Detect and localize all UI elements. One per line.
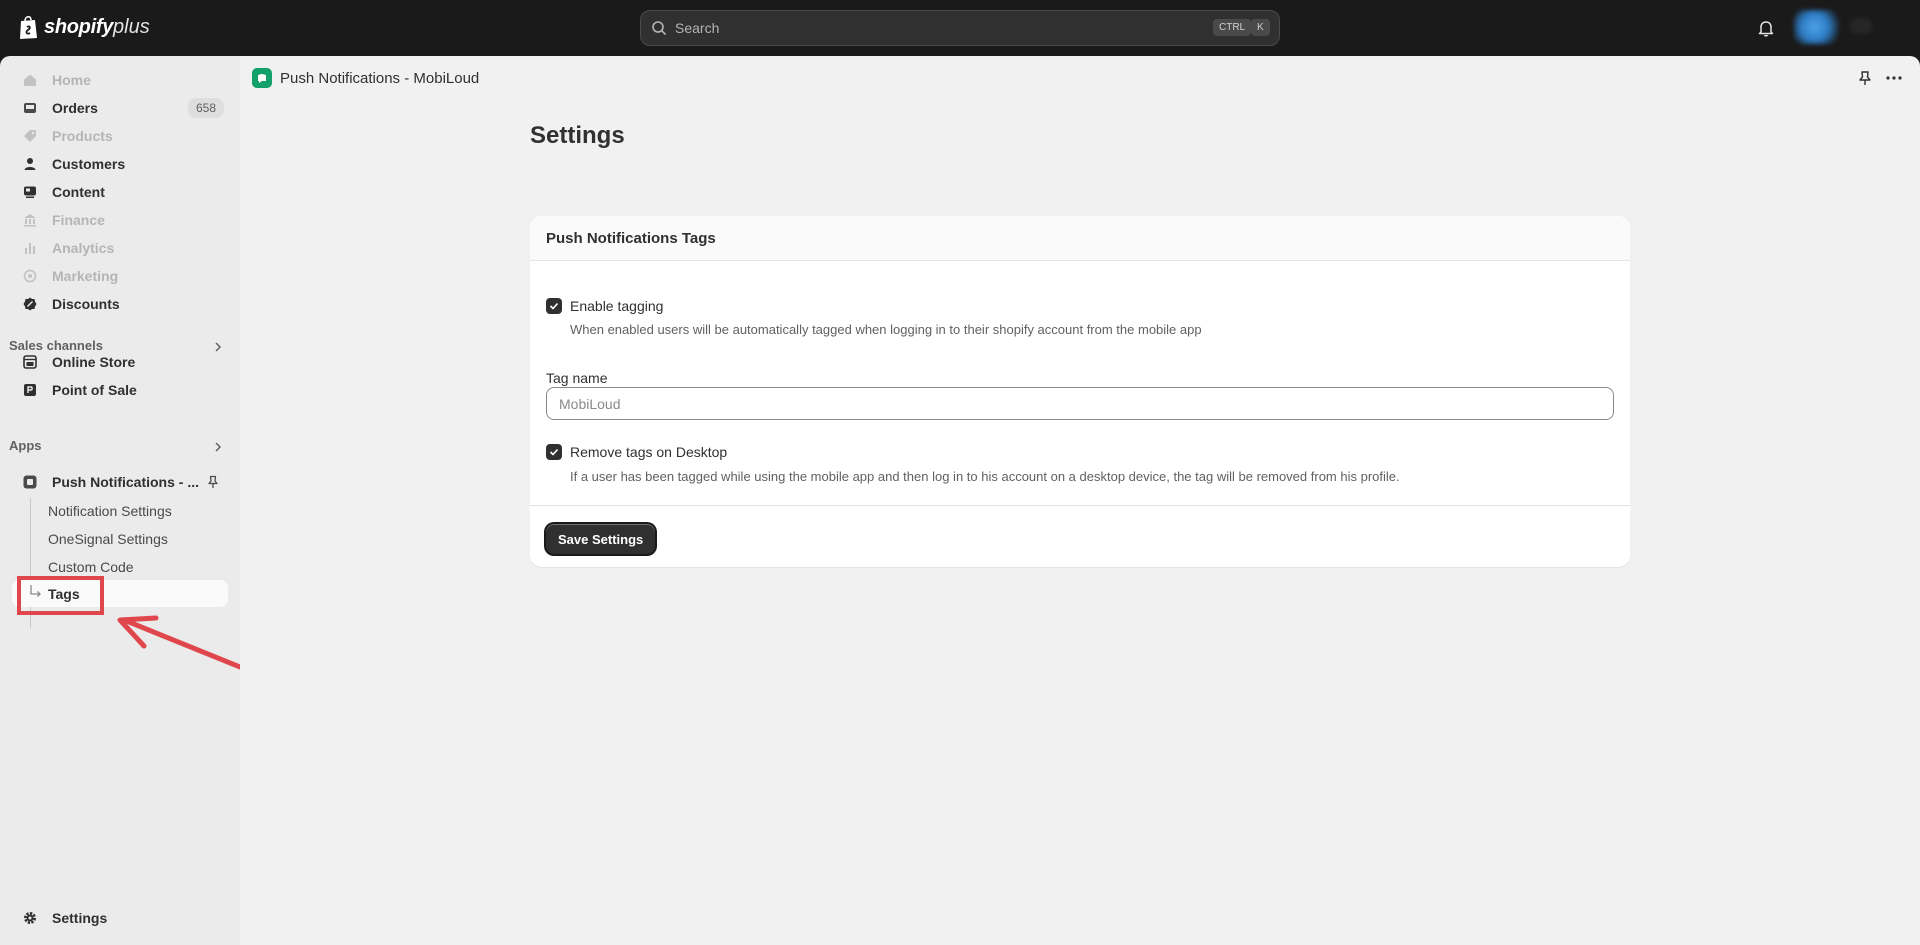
more-options-icon[interactable] — [1885, 70, 1903, 86]
sidebar-item-online-store[interactable]: Online Store — [16, 348, 224, 376]
sidebar-item-label: Content — [52, 184, 105, 200]
check-icon — [549, 302, 559, 310]
search-icon — [652, 21, 667, 36]
enable-tagging-label[interactable]: Enable tagging — [570, 298, 663, 314]
logo-plus: plus — [113, 15, 150, 38]
tag-name-input[interactable] — [546, 387, 1614, 420]
sidebar-subitem-notification-settings[interactable]: Notification Settings — [48, 503, 172, 519]
sidebar-item-customers[interactable]: Customers — [16, 150, 224, 178]
sidebar-item-label: Customers — [52, 156, 126, 172]
check-icon — [549, 448, 559, 456]
pin-icon[interactable] — [206, 475, 220, 489]
gear-icon — [22, 910, 38, 926]
search-placeholder: Search — [675, 20, 720, 36]
card-header: Push Notifications Tags — [530, 216, 1630, 261]
sidebar-item-point-of-sale[interactable]: Point of Sale — [16, 376, 224, 404]
sidebar-item-label: Settings — [52, 910, 108, 926]
bell-icon[interactable] — [1756, 18, 1776, 38]
sidebar-item-discounts[interactable]: Discounts — [16, 290, 224, 318]
app-title: Push Notifications - MobiLoud — [280, 70, 480, 87]
logo-word: shopify — [44, 15, 114, 38]
inbox-icon — [22, 100, 38, 116]
push-notifications-tags-card: Push Notifications Tags Enable tagging W… — [530, 216, 1630, 567]
sidebar-item-label: Analytics — [52, 240, 115, 256]
tag-name-label: Tag name — [546, 370, 608, 386]
store-name-blurred[interactable] — [1850, 18, 1872, 34]
sidebar-item-label: Finance — [52, 212, 105, 228]
card-divider — [530, 505, 1630, 506]
remove-tags-checkbox[interactable] — [546, 444, 562, 460]
app-title-bar: Push Notifications - MobiLoud — [240, 56, 1920, 100]
shopify-plus-logo[interactable]: shopify plus — [18, 14, 150, 40]
card-title: Push Notifications Tags — [546, 230, 716, 247]
sidebar-item-label: Push Notifications - ... — [52, 474, 200, 490]
app-icon — [22, 474, 38, 490]
apps-heading[interactable]: Apps — [9, 438, 42, 453]
tag-icon — [22, 128, 38, 144]
person-icon — [22, 156, 38, 172]
home-icon — [22, 72, 38, 88]
sidebar-item-push-notifications-app[interactable]: Push Notifications - ... — [16, 468, 224, 496]
sidebar-item-label: Online Store — [52, 354, 136, 370]
store-icon — [22, 354, 38, 370]
sidebar-item-label: Marketing — [52, 268, 119, 284]
discount-icon — [22, 296, 38, 312]
save-settings-button[interactable]: Save Settings — [546, 524, 656, 554]
remove-tags-help: If a user has been tagged while using th… — [570, 469, 1400, 484]
bar-chart-icon — [22, 240, 38, 256]
highlight-box — [17, 576, 104, 615]
push-notifications-app-icon — [252, 68, 272, 88]
bank-icon — [22, 212, 38, 228]
search-input[interactable]: Search CTRL K — [640, 10, 1280, 46]
sidebar-item-analytics[interactable]: Analytics — [16, 234, 224, 262]
sidebar-subitem-custom-code[interactable]: Custom Code — [48, 559, 134, 575]
sidebar-item-marketing[interactable]: Marketing — [16, 262, 224, 290]
sidebar-item-label: Products — [52, 128, 113, 144]
orders-count-badge: 658 — [187, 98, 224, 118]
enable-tagging-help: When enabled users will be automatically… — [570, 322, 1202, 337]
sidebar-item-label: Home — [52, 72, 91, 88]
sidebar-item-label: Discounts — [52, 296, 120, 312]
sidebar-subitem-onesignal-settings[interactable]: OneSignal Settings — [48, 531, 168, 547]
sidebar-item-finance[interactable]: Finance — [16, 206, 224, 234]
page-title: Settings — [530, 122, 625, 149]
top-bar: shopify plus Search CTRL K — [0, 0, 1920, 56]
pin-icon[interactable] — [1857, 70, 1873, 86]
remove-tags-label[interactable]: Remove tags on Desktop — [570, 444, 727, 460]
sidebar: Home Orders 658 Products Customers Conte… — [0, 56, 240, 945]
sidebar-item-content[interactable]: Content — [16, 178, 224, 206]
target-icon — [22, 268, 38, 284]
sidebar-item-home[interactable]: Home — [16, 66, 224, 94]
enable-tagging-checkbox[interactable] — [546, 298, 562, 314]
content-icon — [22, 184, 38, 200]
sidebar-item-products[interactable]: Products — [16, 122, 224, 150]
kbd-k: K — [1251, 19, 1270, 36]
shopify-bag-icon — [20, 15, 37, 39]
avatar[interactable] — [1794, 10, 1840, 44]
main-content: Push Notifications - MobiLoud Settings P… — [240, 56, 1920, 945]
sidebar-item-orders[interactable]: Orders 658 — [16, 94, 224, 122]
kbd-ctrl: CTRL — [1213, 19, 1252, 36]
sidebar-item-label: Orders — [52, 100, 98, 116]
chevron-right-icon[interactable] — [212, 441, 224, 453]
sidebar-item-settings[interactable]: Settings — [16, 904, 224, 932]
pos-icon — [22, 382, 38, 398]
sidebar-item-label: Point of Sale — [52, 382, 137, 398]
